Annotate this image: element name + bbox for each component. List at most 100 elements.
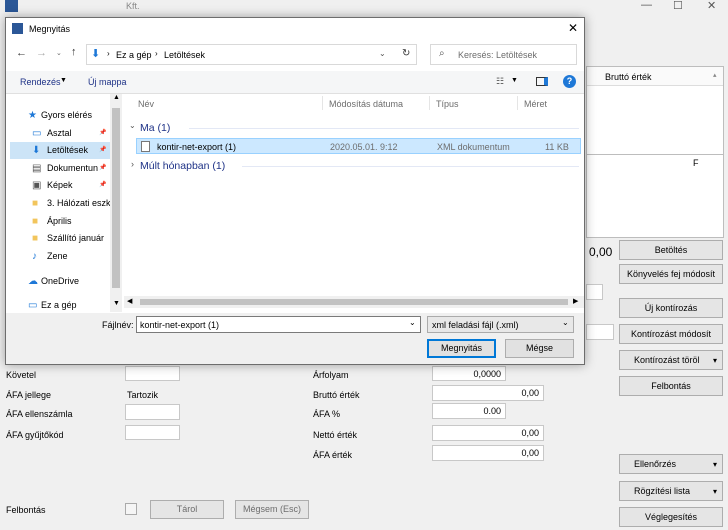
view-options-icon[interactable]: ☷ <box>496 76 504 87</box>
arfolyam-field[interactable]: 0,0000 <box>432 366 506 381</box>
sidebar-item-6[interactable]: ■ Április <box>10 213 112 230</box>
organize-dropdown-icon[interactable]: ▼ <box>60 77 67 84</box>
felbontas-button[interactable]: Felbontás <box>619 376 723 396</box>
cancel-button[interactable]: Mégse <box>505 339 574 358</box>
desktop-icon: ▭ <box>32 127 42 139</box>
help-icon[interactable]: ? <box>563 75 576 88</box>
brutto-ertek-field[interactable]: 0,00 <box>432 385 544 401</box>
sidebar-item-label: Zene <box>47 250 68 261</box>
organize-button[interactable]: Rendezés <box>20 77 61 87</box>
netto-ertek-label: Nettó érték <box>313 430 358 440</box>
recent-dropdown-icon[interactable]: ⌄ <box>56 49 62 57</box>
new-folder-button[interactable]: Új mappa <box>88 77 127 87</box>
column-modified[interactable]: Módosítás dátuma <box>329 99 403 109</box>
open-button[interactable]: Megnyitás <box>427 339 496 358</box>
sidebar-scroll-thumb[interactable] <box>112 108 120 288</box>
sidebar-scroll-up-icon[interactable]: ▲ <box>113 94 120 101</box>
group-expanded-icon[interactable]: ⌄ <box>129 121 136 130</box>
betoltes-button[interactable]: Betöltés <box>619 240 723 260</box>
app-titlebar: Kft. — ☐ ✕ <box>0 0 728 14</box>
uj-kontirozas-button[interactable]: Új kontírozás <box>619 298 723 318</box>
sidebar-item-label: Szállító január <box>47 233 105 244</box>
dialog-footer: Fájlnév: kontir-net-export (1) ⌄ xml fel… <box>6 313 584 364</box>
breadcrumb-letoltesek[interactable]: Letöltések <box>164 50 205 60</box>
file-list-hscrollbar[interactable]: ◀ ▶ <box>124 296 584 308</box>
sidebar-item-3[interactable]: ▤ Dokumentun 📌 <box>10 160 112 177</box>
arfolyam-label: Árfolyam <box>313 370 349 380</box>
breadcrumb-ez-a-gep[interactable]: Ez a gép <box>116 50 152 60</box>
netto-ertek-field[interactable]: 0,00 <box>432 425 544 441</box>
hscroll-right-icon[interactable]: ▶ <box>573 297 578 305</box>
hscroll-thumb[interactable] <box>140 299 568 305</box>
hscroll-left-icon[interactable]: ◀ <box>127 297 132 305</box>
file-size: 11 KB <box>545 142 569 152</box>
preview-pane-icon[interactable] <box>536 77 548 86</box>
refresh-icon[interactable]: ↻ <box>402 48 410 59</box>
sidebar-item-9[interactable]: ☁ OneDrive <box>10 273 112 290</box>
filename-label: Fájlnév: <box>102 320 134 330</box>
file-row[interactable]: kontir-net-export (1) 2020.05.01. 9:12 X… <box>136 138 581 154</box>
ellenorzes-button[interactable]: Ellenőrzés <box>619 454 723 474</box>
felbontas-label: Felbontás <box>6 505 46 515</box>
rogzitesi-lista-button[interactable]: Rögzítési lista <box>619 481 723 501</box>
scroll-up-icon[interactable]: ▴ <box>713 71 717 79</box>
sidebar-item-label: Letöltések <box>47 145 89 156</box>
sidebar-item-label: Ez a gép <box>41 300 77 310</box>
filename-dropdown-icon[interactable]: ⌄ <box>409 318 416 327</box>
kontirozast-torol-button[interactable]: Kontírozást töröl <box>619 350 723 370</box>
file-type-dropdown-icon[interactable]: ⌄ <box>562 318 569 327</box>
view-dropdown-icon[interactable]: ▼ <box>511 77 518 84</box>
sidebar-item-5[interactable]: ■ 3. Hálózati eszkö <box>10 195 112 212</box>
file-type-filter[interactable]: xml feladási fájl (.xml) ⌄ <box>427 316 574 333</box>
kovetel-field[interactable] <box>125 366 180 381</box>
address-dropdown-icon[interactable]: ⌄ <box>379 49 386 58</box>
megsem-esc-button[interactable]: Mégsem (Esc) <box>235 500 309 519</box>
sidebar-item-1[interactable]: ▭ Asztal 📌 <box>10 125 112 142</box>
column-divider <box>429 96 430 110</box>
group-last-month[interactable]: Múlt hónapban (1) <box>140 160 225 172</box>
dialog-toolbar: Rendezés ▼ Új mappa ☷ ▼ ? <box>6 71 584 94</box>
felbontas-checkbox[interactable] <box>125 503 137 515</box>
sidebar-item-7[interactable]: ■ Szállító január <box>10 230 112 247</box>
column-name[interactable]: Név <box>138 99 154 109</box>
tarol-button[interactable]: Tárol <box>150 500 224 519</box>
aux-field-1[interactable] <box>586 284 603 300</box>
aux-field-2[interactable] <box>586 324 614 340</box>
address-bar[interactable]: ⬇ › Ez a gép › Letöltések ⌄ ↻ <box>86 44 417 65</box>
sidebar-item-8[interactable]: ♪ Zene <box>10 248 112 265</box>
sidebar-scrollbar[interactable]: ▲ ▼ <box>110 94 122 312</box>
sidebar-item-0[interactable]: ★ Gyors elérés <box>10 107 112 124</box>
maximize-icon[interactable]: ☐ <box>673 0 683 12</box>
filename-input[interactable]: kontir-net-export (1) ⌄ <box>136 316 421 333</box>
sidebar-item-10[interactable]: ▭ Ez a gép <box>10 297 112 312</box>
veglegesites-button[interactable]: Véglegesítés <box>619 507 723 527</box>
kontirozast-modosit-button[interactable]: Kontírozást módosít <box>619 324 723 344</box>
pin-icon: 📌 <box>99 182 107 189</box>
afa-gyujtokod-field[interactable] <box>125 425 180 440</box>
konyveles-fej-modosit-button[interactable]: Könyvelés fej módosít <box>619 264 723 284</box>
afa-pct-field[interactable]: 0.00 <box>432 403 506 419</box>
afa-jellege-value: Tartozik <box>127 390 159 400</box>
dialog-app-icon <box>12 23 23 34</box>
afa-ertek-field[interactable]: 0,00 <box>432 445 544 461</box>
column-size[interactable]: Méret <box>524 99 547 109</box>
dialog-close-icon[interactable]: ✕ <box>568 21 578 35</box>
kovetel-label: Követel <box>6 370 37 380</box>
column-divider <box>517 96 518 110</box>
music-icon: ♪ <box>32 250 37 262</box>
sidebar-item-2[interactable]: ⬇ Letöltések 📌 <box>10 142 112 160</box>
search-box[interactable]: ⌕ Keresés: Letöltések <box>430 44 577 65</box>
sidebar-item-4[interactable]: ▣ Képek 📌 <box>10 177 112 194</box>
group-today[interactable]: Ma (1) <box>140 122 170 134</box>
sidebar-scroll-down-icon[interactable]: ▼ <box>113 300 120 307</box>
minimize-icon[interactable]: — <box>641 0 652 11</box>
up-arrow-icon[interactable]: ↑ <box>71 46 77 58</box>
download-icon: ⬇ <box>32 145 41 157</box>
back-arrow-icon[interactable]: ← <box>16 47 27 59</box>
column-type[interactable]: Típus <box>436 99 459 109</box>
afa-ellenszamla-field[interactable] <box>125 404 180 420</box>
dialog-title: Megnyitás <box>29 24 71 34</box>
close-window-icon[interactable]: ✕ <box>707 0 716 12</box>
group-collapsed-icon[interactable]: › <box>131 159 134 169</box>
forward-arrow-icon[interactable]: → <box>36 47 47 59</box>
